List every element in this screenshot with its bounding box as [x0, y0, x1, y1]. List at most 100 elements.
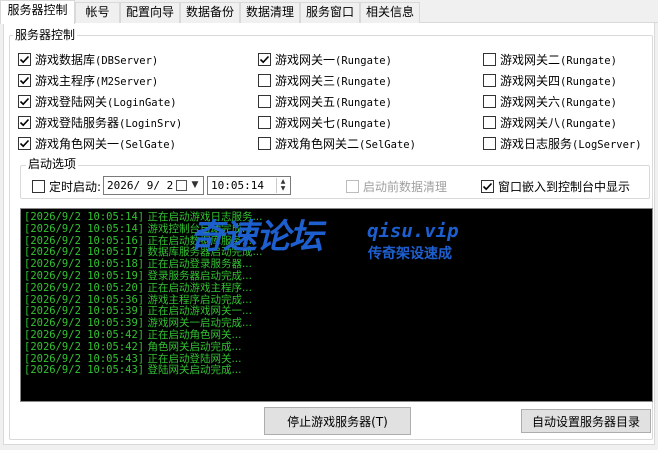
- log-message: 正在启动游戏主程序...: [147, 281, 252, 294]
- server-checkbox[interactable]: 游戏网关八(Rungate): [483, 114, 617, 130]
- checkmark-icon: [19, 55, 30, 63]
- server-name: 游戏角色网关一: [35, 136, 120, 151]
- checkbox-box: [18, 94, 31, 108]
- log-timestamp: [2026/9/2 10:05:14]: [24, 211, 145, 223]
- log-timestamp: [2026/9/2 10:05:14]: [24, 222, 145, 235]
- server-code: (Rungate): [335, 117, 392, 130]
- checkbox-box: [18, 115, 31, 129]
- log-timestamp: [2026/9/2 10:05:20]: [24, 281, 145, 294]
- checkmark-icon: [19, 97, 30, 105]
- tab-account[interactable]: 帐号: [75, 2, 120, 23]
- server-checkbox-label: 游戏角色网关二(SelGate): [275, 135, 416, 152]
- tab-server-control[interactable]: 服务器控制: [0, 0, 75, 24]
- spin-down-icon[interactable]: ▼: [277, 185, 289, 192]
- spin-up-icon[interactable]: ▲: [277, 178, 289, 185]
- tab-data-cleanup[interactable]: 数据清理: [240, 2, 300, 23]
- time-spinner[interactable]: ▲ ▼: [276, 178, 289, 193]
- chevron-down-icon[interactable]: ▼: [189, 177, 201, 194]
- checkbox-box: [346, 179, 359, 193]
- checkbox-box: [258, 94, 271, 108]
- server-checkbox[interactable]: 游戏网关四(Rungate): [483, 72, 617, 88]
- log-line: [2026/9/2 10:05:42] 正在启动角色网关...: [24, 329, 241, 341]
- log-line: [2026/9/2 10:05:39] 正在启动游戏网关一...: [24, 305, 252, 317]
- server-code: (Rungate): [560, 75, 617, 88]
- server-checkbox[interactable]: 游戏网关五(Rungate): [258, 93, 392, 109]
- log-timestamp: [2026/9/2 10:05:42]: [24, 329, 145, 341]
- server-name: 游戏角色网关二: [275, 136, 360, 151]
- server-name: 游戏网关四: [500, 73, 561, 88]
- server-checkbox[interactable]: 游戏主程序(M2Server): [18, 72, 158, 88]
- server-checkbox[interactable]: 游戏网关六(Rungate): [483, 93, 617, 109]
- checkbox-box: [258, 73, 271, 87]
- server-code: (LoginGate): [107, 96, 177, 109]
- server-name: 游戏网关三: [275, 73, 336, 88]
- server-code: (Rungate): [335, 75, 392, 88]
- start-time-input[interactable]: 10:05:14 ▲ ▼: [207, 176, 291, 195]
- server-checkbox-label: 游戏网关一(Rungate): [275, 51, 392, 68]
- log-timestamp: [2026/9/2 10:05:43]: [24, 364, 145, 377]
- log-timestamp: [2026/9/2 10:05:18]: [24, 258, 145, 271]
- checkbox-box: [481, 179, 494, 193]
- server-checkbox[interactable]: 游戏数据库(DBServer): [18, 51, 158, 67]
- calendar-icon: [176, 180, 187, 191]
- server-checkbox-label: 游戏主程序(M2Server): [35, 72, 158, 89]
- log-line: [2026/9/2 10:05:14] 游戏控制台启动完成...: [24, 223, 252, 235]
- server-code: (LogServer): [572, 138, 642, 151]
- stop-server-button[interactable]: 停止游戏服务器(T): [264, 407, 411, 435]
- server-code: (Rungate): [560, 96, 617, 109]
- server-checkbox[interactable]: 游戏日志服务(LogServer): [483, 135, 642, 151]
- server-log-console[interactable]: [2026/9/2 10:05:14] 正在启动游戏日志服务... [2026/9…: [20, 208, 653, 402]
- log-timestamp: [2026/9/2 10:05:39]: [24, 305, 145, 318]
- log-line: [2026/9/2 10:05:17] 数据库服务器启动完成...: [24, 246, 262, 258]
- log-message: 游戏网关一启动完成...: [147, 317, 252, 330]
- log-line: [2026/9/2 10:05:18] 正在启动登录服务器...: [24, 258, 252, 270]
- log-message: 正在启动登录服务器...: [147, 258, 252, 271]
- stop-server-label: 停止游戏服务器(T): [287, 414, 388, 429]
- tab-about[interactable]: 相关信息: [360, 2, 420, 23]
- server-name: 游戏网关七: [275, 115, 336, 130]
- server-name: 游戏登陆服务器: [35, 115, 120, 130]
- server-checkbox[interactable]: 游戏登陆网关(LoginGate): [18, 93, 177, 109]
- tab-label: 相关信息: [365, 5, 414, 19]
- server-code: (SelGate): [119, 138, 176, 151]
- log-message: 正在启动角色网关...: [147, 329, 242, 341]
- server-name: 游戏网关五: [275, 94, 336, 109]
- server-checkbox-label: 游戏网关七(Rungate): [275, 114, 392, 131]
- auto-set-directory-button[interactable]: 自动设置服务器目录: [521, 409, 651, 433]
- server-checkbox[interactable]: 游戏登陆服务器(LoginSrv): [18, 114, 182, 130]
- tab-data-backup[interactable]: 数据备份: [180, 2, 240, 23]
- server-checkbox[interactable]: 游戏网关七(Rungate): [258, 114, 392, 130]
- pre-clean-checkbox[interactable]: 启动前数据清理: [346, 178, 447, 194]
- server-checkbox-label: 游戏数据库(DBServer): [35, 51, 158, 68]
- log-message: 正在启动数据库服务...: [147, 234, 252, 247]
- log-line: [2026/9/2 10:05:14] 正在启动游戏日志服务...: [24, 211, 262, 223]
- start-date-picker[interactable]: 2026/ 9/ 2 ▼: [103, 176, 204, 195]
- server-checkbox-label: 游戏登陆网关(LoginGate): [35, 93, 177, 110]
- timed-start-checkbox[interactable]: 定时启动:: [32, 178, 101, 194]
- checkbox-box: [483, 73, 496, 87]
- server-checkbox-label: 游戏角色网关一(SelGate): [35, 135, 176, 152]
- server-checkbox[interactable]: 游戏网关二(Rungate): [483, 51, 617, 67]
- tab-service-window[interactable]: 服务窗口: [300, 2, 360, 23]
- log-message: 游戏主程序启动完成...: [147, 293, 252, 306]
- checkbox-box: [483, 136, 496, 150]
- log-message: 游戏控制台启动完成...: [147, 222, 252, 235]
- server-code: (SelGate): [359, 138, 416, 151]
- start-date-value: 2026/ 9/ 2: [107, 179, 174, 192]
- tab-config-wizard[interactable]: 配置向导: [120, 2, 180, 23]
- embed-window-label: 窗口嵌入到控制台中显示: [498, 179, 631, 194]
- server-checkbox[interactable]: 游戏角色网关一(SelGate): [18, 135, 176, 151]
- server-checkbox-label: 游戏网关八(Rungate): [500, 114, 617, 131]
- auto-set-directory-label: 自动设置服务器目录: [531, 414, 640, 429]
- server-checkbox[interactable]: 游戏网关一(Rungate): [258, 51, 392, 67]
- log-message: 登陆网关启动完成...: [147, 364, 242, 377]
- server-name: 游戏网关八: [500, 115, 561, 130]
- log-message: 正在启动游戏网关一...: [147, 305, 252, 318]
- log-message: 正在启动登陆网关...: [147, 352, 242, 365]
- tab-label: 服务器控制: [7, 3, 68, 17]
- tab-label: 数据备份: [185, 5, 234, 19]
- log-message: 数据库服务器启动完成...: [147, 246, 263, 259]
- server-checkbox[interactable]: 游戏网关三(Rungate): [258, 72, 392, 88]
- embed-window-checkbox[interactable]: 窗口嵌入到控制台中显示: [481, 178, 630, 194]
- server-checkbox[interactable]: 游戏角色网关二(SelGate): [258, 135, 416, 151]
